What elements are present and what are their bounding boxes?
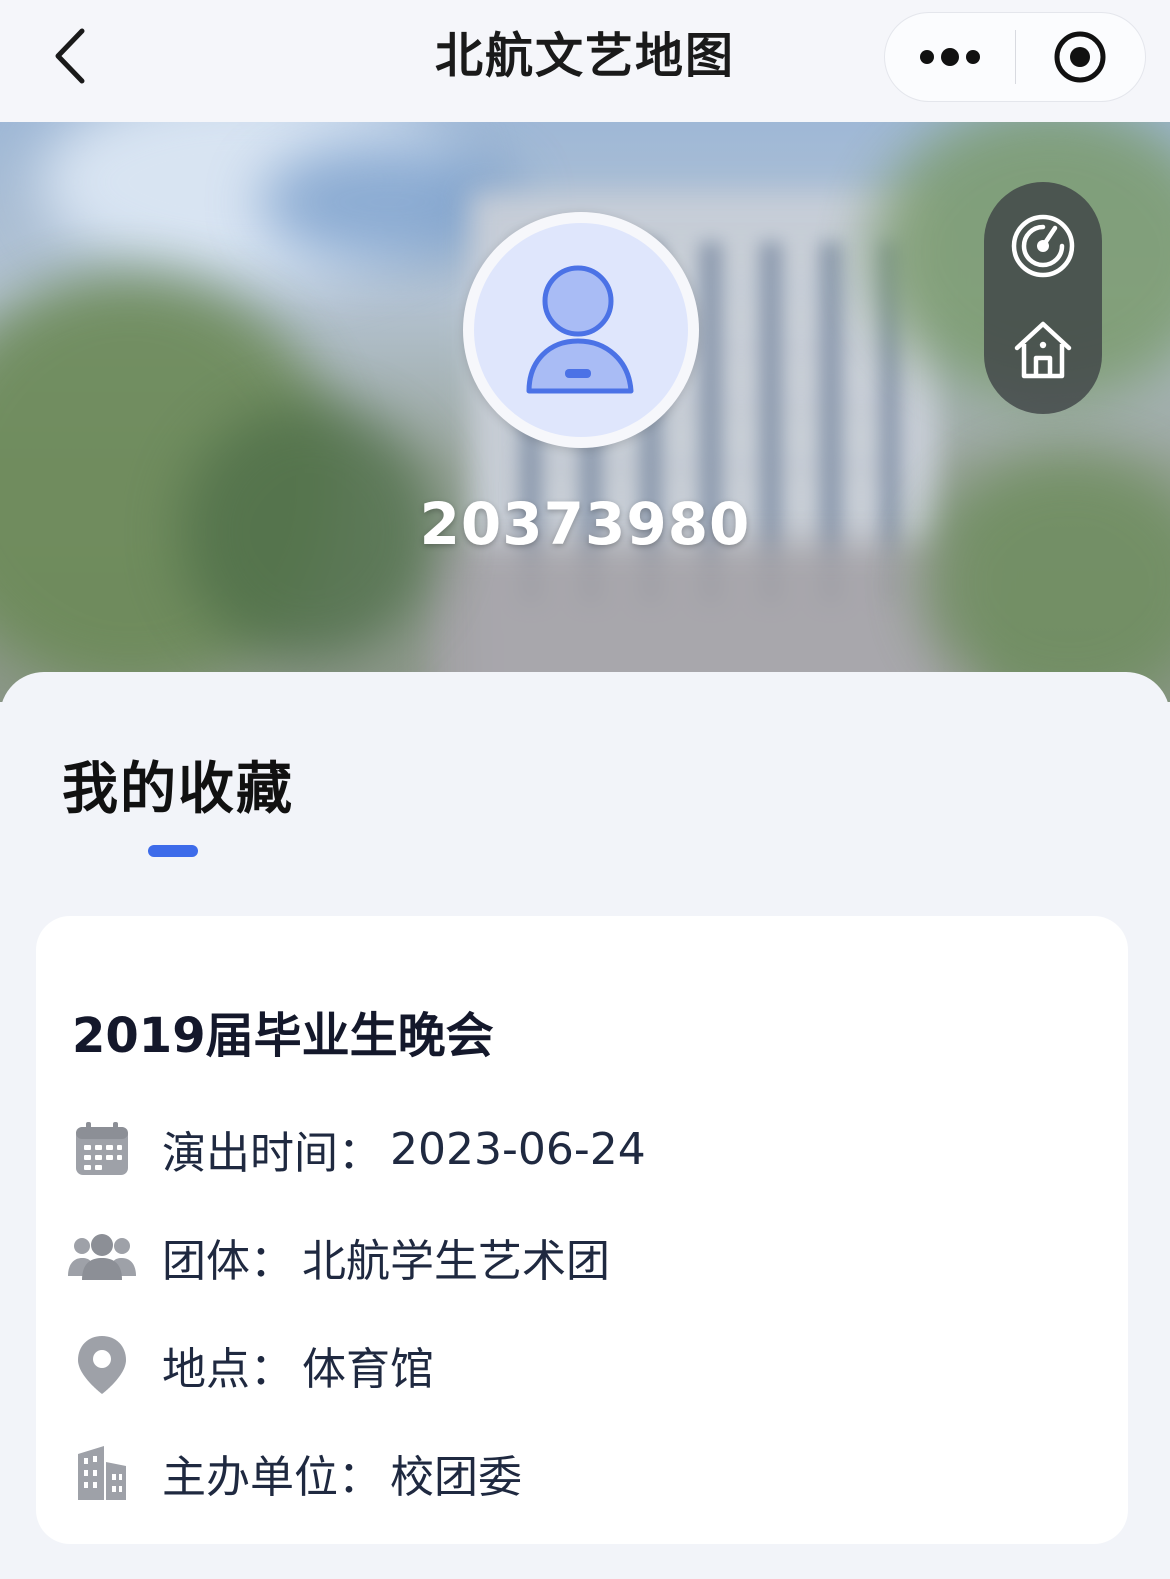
organizer-label: 主办单位： [162, 1452, 382, 1503]
event-title: 2019届毕业生晚会 [72, 1008, 494, 1064]
target-circle-icon [1054, 31, 1106, 83]
group-icon [66, 1222, 138, 1292]
location-label: 地点： [162, 1344, 294, 1395]
building-icon [66, 1438, 138, 1508]
info-row-group: 团体： 北航学生艺术团 [66, 1222, 610, 1292]
mini-program-capsule [884, 12, 1146, 102]
info-row-location: 地点： 体育馆 [66, 1330, 434, 1400]
organizer-value: 校团委 [390, 1452, 522, 1503]
back-button[interactable] [40, 26, 100, 86]
info-row-organizer: 主办单位： 校团委 [66, 1438, 522, 1508]
radar-icon [1011, 214, 1075, 278]
section-title: 我的收藏 [62, 757, 294, 822]
close-button[interactable] [1016, 13, 1146, 101]
user-avatar-icon [526, 265, 634, 394]
favorite-card[interactable]: 2019届毕业生晚会 演出时间： 2023-06-24 团体： 北航学生艺术团 … [36, 916, 1128, 1544]
home-button[interactable] [998, 305, 1088, 395]
user-id: 20373980 [419, 490, 751, 558]
profile-banner: 20373980 [0, 122, 1170, 702]
location-pin-icon [66, 1330, 138, 1400]
section-tab-indicator [148, 845, 198, 857]
favorites-sheet: 我的收藏 2019届毕业生晚会 演出时间： 2023-06-24 团体： 北航学… [0, 672, 1170, 1579]
calendar-icon [66, 1114, 138, 1184]
date-value: 2023-06-24 [390, 1123, 646, 1175]
avatar[interactable] [463, 212, 699, 448]
group-value: 北航学生艺术团 [302, 1236, 610, 1287]
side-action-pill [984, 182, 1102, 414]
date-label: 演出时间： [162, 1128, 382, 1179]
group-label: 团体： [162, 1236, 294, 1287]
info-row-date: 演出时间： 2023-06-24 [66, 1114, 646, 1184]
more-button[interactable] [885, 13, 1015, 101]
avatar-inner [474, 223, 688, 437]
radar-button[interactable] [998, 201, 1088, 291]
navbar: 北航文艺地图 [0, 0, 1170, 122]
more-dots-icon [919, 48, 980, 66]
location-value: 体育馆 [302, 1344, 434, 1395]
app-page: 北航文艺地图 20373980 我的收藏 2019届毕业生晚会 演出时间： 20… [0, 0, 1170, 1579]
chevron-left-icon [55, 28, 85, 84]
home-icon [1014, 321, 1072, 379]
